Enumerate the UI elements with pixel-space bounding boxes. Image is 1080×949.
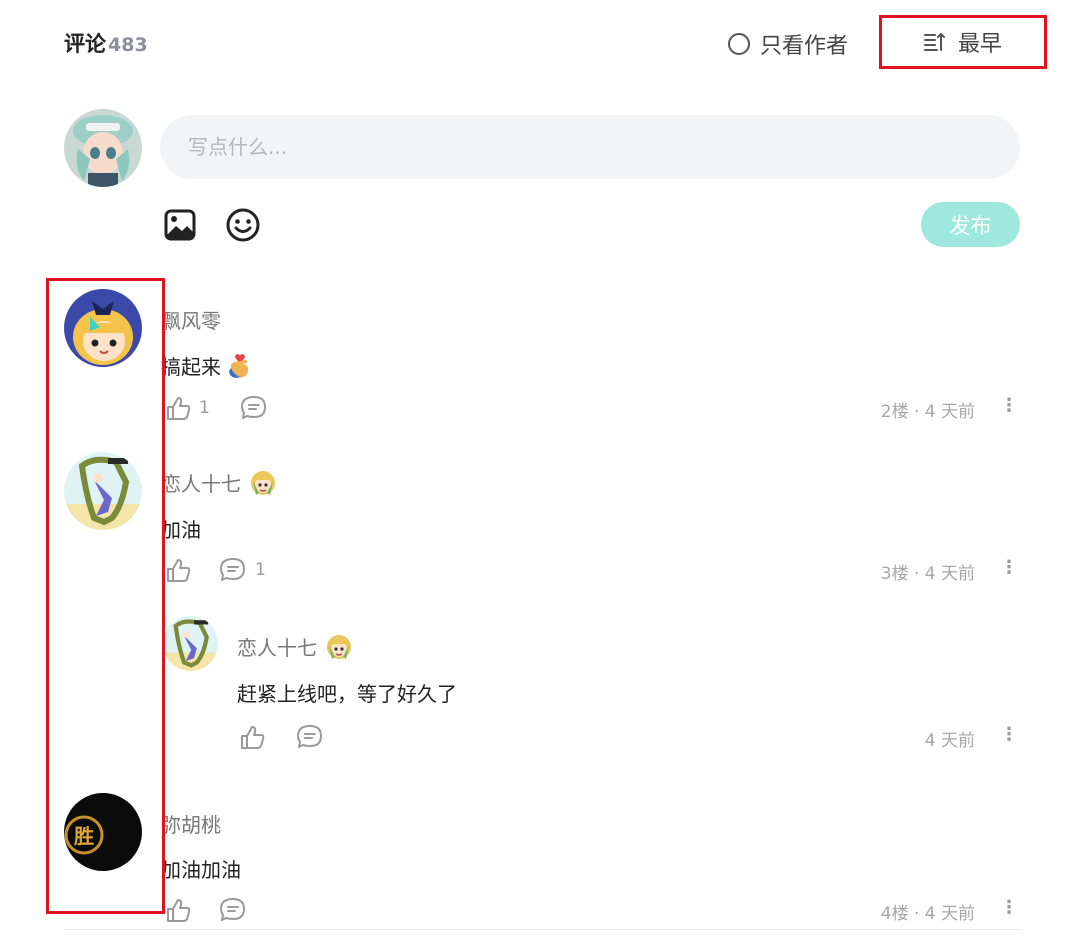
- comment-username[interactable]: 飘风零: [161, 305, 221, 334]
- reply-icon: [220, 558, 245, 581]
- like-button[interactable]: [165, 897, 191, 923]
- like-count: 1: [199, 398, 210, 418]
- reply-icon: [241, 396, 266, 419]
- more-icon[interactable]: ⋮: [1000, 557, 1018, 578]
- reply-button[interactable]: [296, 724, 324, 750]
- sort-icon: [923, 32, 945, 51]
- comment-text: 加油加油: [161, 854, 241, 883]
- emoji-icon[interactable]: [226, 208, 260, 246]
- divider: [64, 929, 1020, 930]
- more-icon[interactable]: ⋮: [1000, 724, 1018, 745]
- reply-count: 1: [255, 560, 266, 580]
- comment-body: 搞起来: [161, 354, 221, 379]
- username-text[interactable]: 弥胡桃: [161, 809, 221, 838]
- more-icon[interactable]: ⋮: [1000, 395, 1018, 416]
- comments-count: 483: [108, 34, 148, 56]
- publish-button[interactable]: 发布: [921, 202, 1020, 247]
- reply-username[interactable]: 恋人十七: [237, 632, 353, 661]
- comments-heading: 评论 483: [64, 28, 148, 58]
- reply-avatar[interactable]: [163, 616, 218, 671]
- avatar-column-highlight: [46, 278, 165, 914]
- like-icon: [167, 397, 191, 420]
- reply-button[interactable]: [240, 395, 276, 421]
- girl-emoji: [327, 634, 351, 659]
- author-only-label: 只看作者: [760, 34, 849, 59]
- girl-emoji: [251, 470, 275, 495]
- comment-username[interactable]: 恋人十七: [161, 468, 277, 497]
- like-icon: [241, 726, 265, 749]
- reply-text: 赶紧上线吧，等了好久了: [237, 678, 457, 707]
- reply-button[interactable]: [219, 897, 247, 923]
- more-icon[interactable]: ⋮: [1000, 897, 1018, 918]
- sort-button[interactable]: 最早: [879, 15, 1047, 69]
- username-text[interactable]: 恋人十七: [237, 632, 317, 661]
- reply-button[interactable]: 1: [219, 557, 266, 583]
- radio-circle-icon[interactable]: [728, 33, 750, 55]
- reply-body: 赶紧上线吧，等了好久了: [237, 682, 457, 706]
- comments-title: 评论: [64, 32, 106, 56]
- like-button[interactable]: [239, 724, 265, 750]
- username-text[interactable]: 飘风零: [161, 305, 221, 334]
- like-icon: [167, 559, 191, 582]
- like-button[interactable]: 1: [165, 395, 210, 421]
- comment-body: 加油: [161, 518, 201, 542]
- reply-meta: 4 天前: [924, 731, 975, 751]
- comment-text: 加油: [161, 514, 201, 543]
- author-only-toggle[interactable]: 只看作者: [728, 28, 848, 60]
- image-icon[interactable]: [164, 209, 196, 245]
- like-icon: [167, 899, 191, 922]
- reply-icon: [220, 898, 245, 921]
- comment-text: 搞起来: [161, 350, 255, 380]
- current-user-avatar: [64, 109, 142, 187]
- comment-body: 加油加油: [161, 858, 241, 882]
- sort-label: 最早: [957, 32, 1002, 57]
- heart-hand-emoji: [229, 354, 249, 378]
- comment-meta: 2楼 · 4 天前: [880, 402, 975, 422]
- comment-input[interactable]: [160, 115, 1020, 179]
- comment-meta: 3楼 · 4 天前: [880, 564, 975, 584]
- reply-icon: [297, 725, 322, 748]
- comment-username[interactable]: 弥胡桃: [161, 809, 221, 838]
- like-button[interactable]: [165, 557, 199, 583]
- comment-meta: 4楼 · 4 天前: [880, 904, 975, 924]
- username-text[interactable]: 恋人十七: [161, 468, 241, 497]
